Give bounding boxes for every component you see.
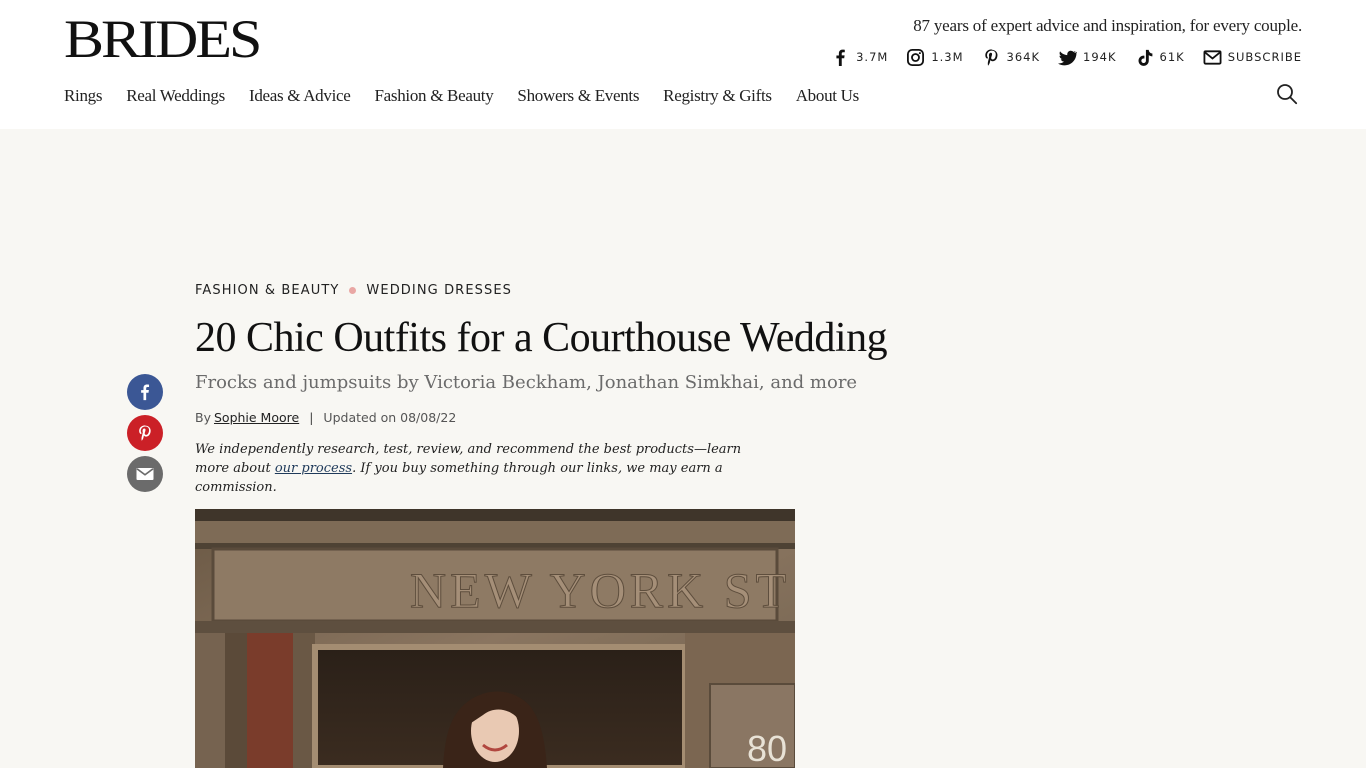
- social-links: 3.7M 1.3M 364K 194K 61K SUBSCRIBE: [831, 46, 1302, 68]
- social-pinterest[interactable]: 364K: [982, 48, 1041, 67]
- social-twitter[interactable]: 194K: [1058, 48, 1117, 67]
- nav-item-ideas-advice[interactable]: Ideas & Advice: [249, 86, 351, 106]
- author-link[interactable]: Sophie Moore: [214, 410, 299, 425]
- breadcrumb: FASHION & BEAUTY WEDDING DRESSES: [195, 283, 512, 298]
- main-nav: Rings Real Weddings Ideas & Advice Fashi…: [64, 86, 859, 106]
- social-tiktok[interactable]: 61K: [1135, 48, 1185, 67]
- affiliate-disclaimer: We independently research, test, review,…: [195, 440, 775, 497]
- byline-prefix: By: [195, 410, 211, 425]
- breadcrumb-dot: [349, 287, 357, 294]
- updated-date: Updated on 08/08/22: [323, 410, 457, 425]
- nav-item-rings[interactable]: Rings: [64, 86, 102, 106]
- search-button[interactable]: [1276, 83, 1298, 105]
- tiktok-count: 61K: [1159, 50, 1185, 64]
- search-icon: [1277, 84, 1298, 105]
- nav-item-fashion-beauty[interactable]: Fashion & Beauty: [375, 86, 494, 106]
- social-facebook[interactable]: 3.7M: [831, 48, 888, 67]
- breadcrumb-fashion-beauty[interactable]: FASHION & BEAUTY: [195, 283, 339, 298]
- instagram-count: 1.3M: [931, 50, 964, 64]
- tiktok-icon: [1138, 49, 1152, 66]
- hero-building-text: NEW YORK ST: [410, 562, 790, 618]
- article-title: 20 Chic Outfits for a Courthouse Wedding: [195, 315, 888, 361]
- subscribe-label: SUBSCRIBE: [1227, 50, 1302, 64]
- hero-illustration: NEW YORK ST 80: [195, 509, 795, 768]
- nav-item-registry-gifts[interactable]: Registry & Gifts: [663, 86, 772, 106]
- facebook-icon: [141, 384, 150, 401]
- pinterest-count: 364K: [1006, 50, 1041, 64]
- pinterest-icon: [139, 425, 151, 441]
- facebook-count: 3.7M: [856, 50, 889, 64]
- site-header: BRIDES 87 years of expert advice and ins…: [0, 0, 1366, 129]
- pinterest-icon: [984, 48, 998, 66]
- hero-address-number: 80: [747, 728, 787, 768]
- twitter-icon: [1058, 50, 1078, 65]
- mail-icon: [136, 468, 154, 480]
- social-instagram[interactable]: 1.3M: [906, 48, 963, 67]
- subscribe-link[interactable]: SUBSCRIBE: [1203, 48, 1302, 67]
- byline: By Sophie Moore | Updated on 08/08/22: [195, 410, 456, 425]
- breadcrumb-wedding-dresses[interactable]: WEDDING DRESSES: [366, 283, 512, 298]
- nav-item-showers-events[interactable]: Showers & Events: [517, 86, 639, 106]
- article-subtitle: Frocks and jumpsuits by Victoria Beckham…: [195, 372, 858, 393]
- byline-separator: |: [309, 410, 314, 425]
- our-process-link[interactable]: our process: [275, 461, 352, 476]
- share-pinterest-button[interactable]: [127, 415, 163, 451]
- instagram-icon: [907, 48, 925, 66]
- facebook-icon: [836, 49, 845, 66]
- share-facebook-button[interactable]: [127, 374, 163, 410]
- site-logo[interactable]: BRIDES: [64, 10, 262, 68]
- mail-icon: [1203, 49, 1222, 65]
- share-email-button[interactable]: [127, 456, 163, 492]
- nav-item-about-us[interactable]: About Us: [796, 86, 860, 106]
- share-rail: [127, 374, 163, 492]
- nav-item-real-weddings[interactable]: Real Weddings: [126, 86, 225, 106]
- twitter-count: 194K: [1083, 50, 1117, 64]
- hero-image: NEW YORK ST 80: [195, 509, 795, 768]
- site-tagline: 87 years of expert advice and inspiratio…: [913, 16, 1302, 35]
